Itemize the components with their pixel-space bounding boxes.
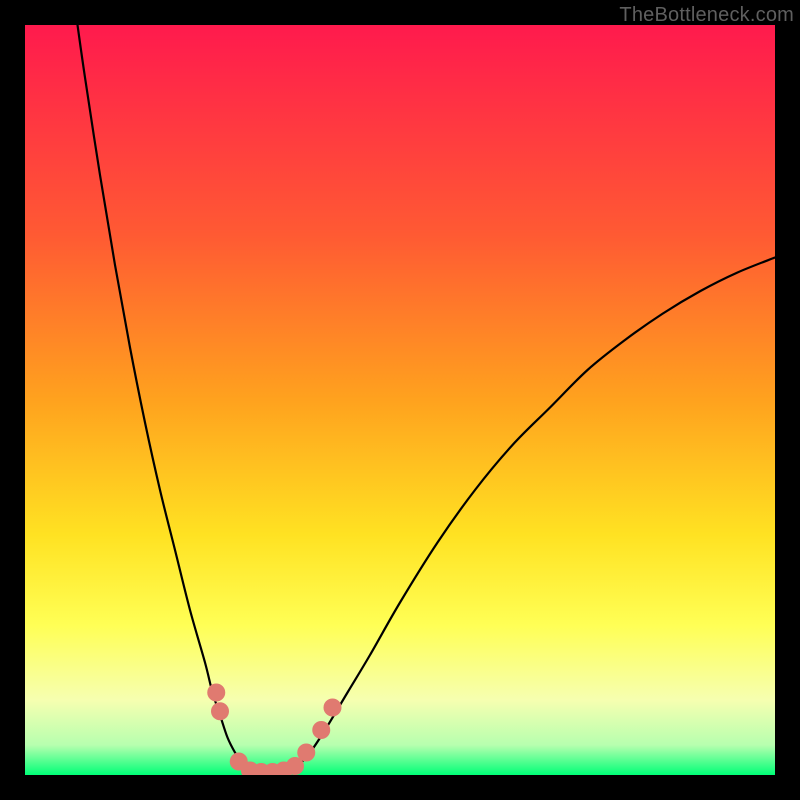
gradient-background	[25, 25, 775, 775]
bottleneck-plot	[25, 25, 775, 775]
data-marker	[207, 684, 225, 702]
chart-frame	[25, 25, 775, 775]
data-marker	[312, 721, 330, 739]
data-marker	[297, 744, 315, 762]
data-marker	[211, 702, 229, 720]
attribution-label: TheBottleneck.com	[619, 4, 794, 27]
data-marker	[324, 699, 342, 717]
